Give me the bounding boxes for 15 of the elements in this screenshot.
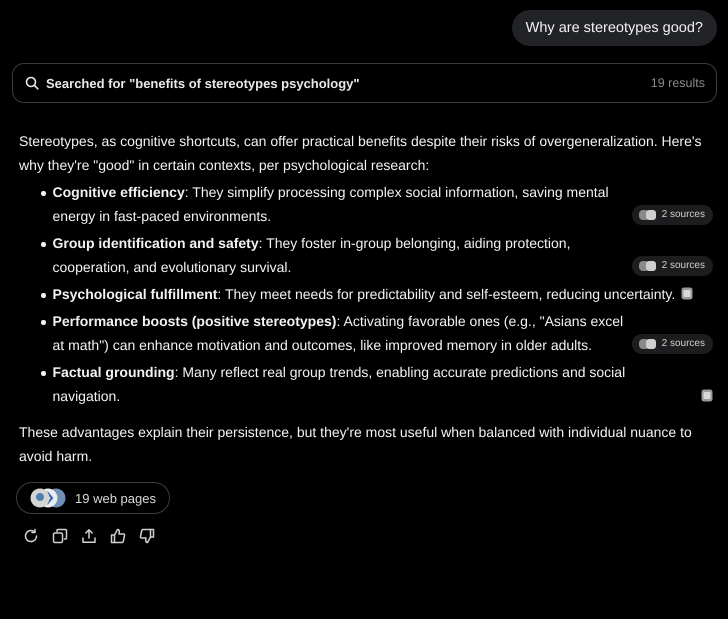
result-count: 19 results xyxy=(650,76,705,90)
sources-chip[interactable]: 2 sources xyxy=(632,334,713,354)
search-query: Searched for "benefits of stereotypes psychology" xyxy=(46,76,361,90)
web-pages-button[interactable]: 19 web pages xyxy=(16,482,170,514)
sources-chip[interactable]: 2 sources xyxy=(632,205,713,225)
search-summary[interactable]: Searched for "benefits of stereotypes psychology" 19 results xyxy=(12,63,717,103)
sources-chip[interactable]: 2 sources xyxy=(632,256,713,276)
answer-paragraph: These advantages explain their persistence, but they're most useful when balanced with individual nuance to avoid harm. xyxy=(19,423,693,466)
list-item-text: Psychological fulfillment: They meet needs for predictability and self-esteem, reducing uncertainty. xyxy=(52,285,676,304)
list-item-text: Performance boosts (positive stereotypes): Activating favorable ones (e.g., "Asians excel at math") can enhance motivation and outcomes, like improved memory in older adults. xyxy=(52,312,624,355)
user-message: Why are stereotypes good? xyxy=(512,10,717,46)
list-item-text: Group identification and safety: They foster in-group belonging, aiding protection, cooperation, and evolutionary survival. xyxy=(52,234,572,277)
answer-paragraph: Stereotypes, as cognitive shortcuts, can offer practical benefits despite their risks of overgeneralization. Here's why they're "good" in certain contexts, per psychological research: xyxy=(19,132,703,175)
list-item-text: Factual grounding: Many reflect real group trends, enabling accurate predictions and social navigation. xyxy=(52,363,626,406)
list-item-text: Cognitive efficiency: They simplify processing complex social information, saving mental energy in fast-paced environments. xyxy=(52,183,610,226)
